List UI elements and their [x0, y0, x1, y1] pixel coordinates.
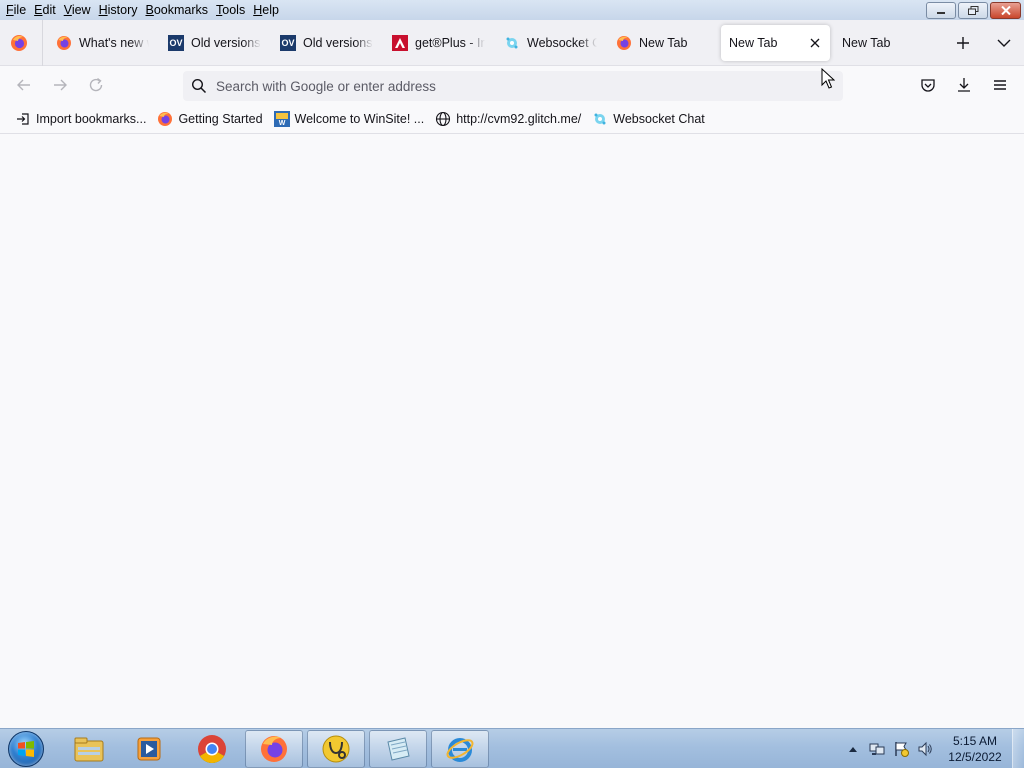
- adobe-icon: [392, 35, 408, 51]
- address-input[interactable]: [216, 78, 816, 94]
- app-icon: [322, 735, 350, 763]
- taskbar-firefox[interactable]: [245, 730, 303, 768]
- page-content: [0, 135, 1024, 728]
- download-icon[interactable]: [955, 76, 973, 94]
- restore-button[interactable]: [958, 2, 988, 19]
- system-clock[interactable]: 5:15 AM 12/5/2022: [940, 733, 1010, 765]
- bookmark-label: Welcome to WinSite! ...: [294, 111, 425, 126]
- new-tab-plus-icon[interactable]: [954, 34, 972, 52]
- tab-old-versions-firefox[interactable]: OV Old versions of Firefox: [158, 25, 264, 61]
- close-window-button[interactable]: [990, 2, 1021, 19]
- windows-taskbar: 5:15 AM 12/5/2022: [0, 728, 1024, 768]
- bookmark-label: Websocket Chat: [613, 111, 705, 126]
- system-tray: 5:15 AM 12/5/2022: [844, 729, 1024, 768]
- chrome-icon: [198, 735, 226, 763]
- action-center-flag-icon[interactable]: [892, 740, 910, 758]
- menu: File Edit View History Bookmarks Tools H…: [0, 0, 283, 20]
- firefox-icon: [616, 35, 632, 51]
- notepad-icon: [387, 737, 410, 761]
- network-icon[interactable]: [868, 740, 886, 758]
- window-controls: [926, 2, 1021, 19]
- firefox-icon: [56, 35, 72, 51]
- tab-separator: [42, 20, 43, 66]
- svg-text:W: W: [278, 120, 285, 127]
- taskbar-explorer[interactable]: [60, 730, 118, 768]
- menu-bookmarks[interactable]: Bookmarks: [142, 0, 213, 20]
- menu-view[interactable]: View: [60, 0, 95, 20]
- menu-help[interactable]: Help: [249, 0, 283, 20]
- winsite-icon: W: [273, 110, 290, 127]
- show-desktop-button[interactable]: [1012, 729, 1024, 768]
- close-tab-icon[interactable]: [808, 36, 822, 50]
- tab-label: get®Plus - Install: [415, 36, 485, 50]
- taskbar-chrome[interactable]: [183, 730, 241, 768]
- bookmark-label: http://cvm92.glitch.me/: [456, 111, 582, 126]
- firefox-icon: [261, 736, 287, 762]
- bookmark-websocket-chat[interactable]: Websocket Chat: [588, 108, 708, 130]
- tab-old-versions-opera[interactable]: OV Old versions of Opera: [270, 25, 376, 61]
- restore-icon: [967, 6, 978, 15]
- hamburger-menu-icon[interactable]: [991, 76, 1009, 94]
- bookmarks-toolbar: Import bookmarks... Getting Started W We…: [0, 104, 1024, 134]
- tab-label: Old versions of Firefox: [191, 36, 261, 50]
- taskbar-notepad[interactable]: [369, 730, 427, 768]
- start-button[interactable]: [4, 730, 48, 768]
- forward-arrow-icon[interactable]: [51, 76, 69, 94]
- bookmark-winsite[interactable]: W Welcome to WinSite! ...: [270, 108, 429, 130]
- firefox-view-icon[interactable]: [10, 34, 28, 52]
- url-bar[interactable]: [183, 71, 843, 101]
- tab-whats-new[interactable]: What's new with Firefox: [46, 25, 152, 61]
- menu-edit[interactable]: Edit: [30, 0, 60, 20]
- taskbar-media-player[interactable]: [120, 730, 178, 768]
- chevron-down-icon[interactable]: [995, 35, 1013, 51]
- tab-new-tab-1[interactable]: New Tab: [606, 25, 716, 61]
- tray-expand-arrow-icon[interactable]: [844, 740, 862, 758]
- ie-icon: [446, 738, 474, 762]
- reload-icon[interactable]: [87, 76, 105, 94]
- bookmark-cvm92[interactable]: http://cvm92.glitch.me/: [431, 108, 585, 130]
- tab-new-tab-2[interactable]: New Tab: [834, 25, 940, 61]
- explorer-icon: [74, 737, 104, 762]
- tab-label: Websocket Chat: [527, 36, 597, 50]
- glitch-icon: [504, 35, 520, 51]
- taskbar-ie[interactable]: [431, 730, 489, 768]
- import-icon: [15, 111, 31, 127]
- clock-date: 12/5/2022: [948, 750, 1002, 764]
- menu-file[interactable]: File: [2, 0, 30, 20]
- windows-logo-icon: [8, 731, 44, 767]
- firefox-icon: [157, 111, 173, 127]
- tab-websocket-chat[interactable]: Websocket Chat: [494, 25, 600, 61]
- clock-time: 5:15 AM: [952, 734, 998, 748]
- back-arrow-icon[interactable]: [15, 76, 33, 94]
- close-icon: [1000, 6, 1011, 15]
- menu-history[interactable]: History: [95, 0, 142, 20]
- search-icon: [191, 78, 207, 94]
- tab-strip: What's new with Firefox OV Old versions …: [0, 20, 1024, 66]
- globe-icon: [435, 111, 451, 127]
- tab-label: What's new with Firefox: [79, 36, 149, 50]
- mouse-cursor-icon: [821, 68, 835, 89]
- tab-label: New Tab: [639, 36, 688, 50]
- menu-bar: File Edit View History Bookmarks Tools H…: [0, 0, 1024, 20]
- bookmark-label: Import bookmarks...: [36, 111, 147, 126]
- oldversion-icon: OV: [280, 35, 296, 51]
- tab-label: New Tab: [842, 36, 891, 50]
- minimize-button[interactable]: [926, 2, 956, 19]
- taskbar-app[interactable]: [307, 730, 365, 768]
- tab-getplus[interactable]: get®Plus - Install: [382, 25, 488, 61]
- bookmark-label: Getting Started: [178, 111, 263, 126]
- tab-label: Old versions of Opera: [303, 36, 373, 50]
- minimize-icon: [937, 11, 945, 14]
- bookmark-import[interactable]: Import bookmarks...: [11, 108, 150, 130]
- bookmark-getting-started[interactable]: Getting Started: [153, 108, 266, 130]
- media-player-icon: [137, 737, 161, 761]
- menu-tools[interactable]: Tools: [212, 0, 249, 20]
- pocket-icon[interactable]: [919, 76, 937, 94]
- tab-new-tab-active[interactable]: New Tab: [721, 25, 830, 61]
- oldversion-icon: OV: [168, 35, 184, 51]
- glitch-icon: [592, 111, 608, 127]
- tab-label: New Tab: [729, 36, 778, 50]
- volume-icon[interactable]: [916, 740, 934, 758]
